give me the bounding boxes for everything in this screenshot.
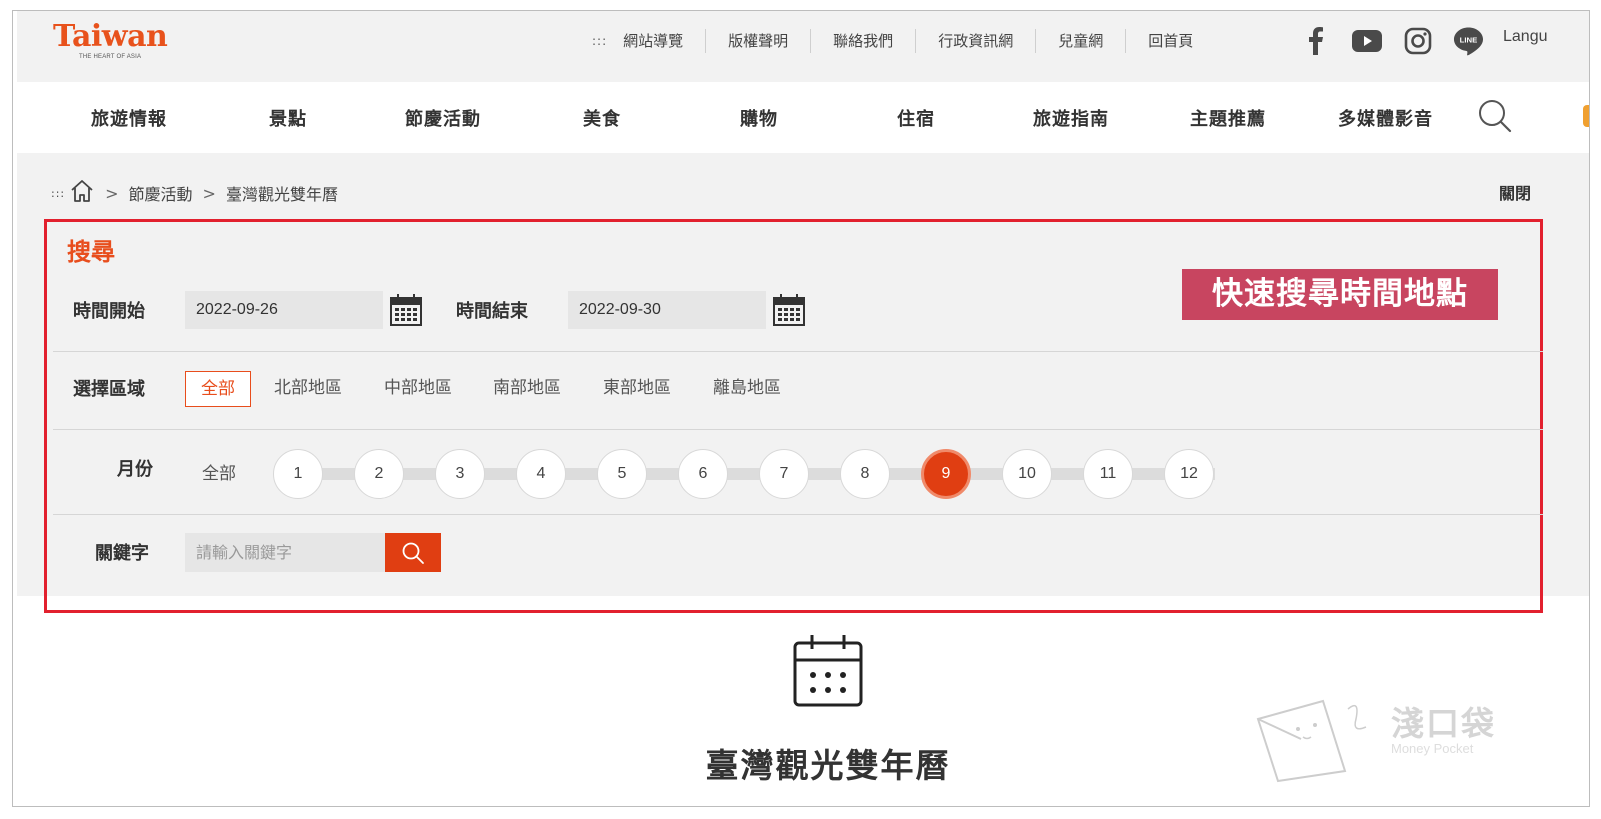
close-button[interactable]: 關閉 xyxy=(1499,180,1531,204)
region-chip-islands[interactable]: 離島地區 xyxy=(713,371,781,407)
month-option-12[interactable]: 12 xyxy=(1164,449,1214,499)
end-calendar-icon[interactable] xyxy=(773,294,805,326)
breadcrumb-item-current: 臺灣觀光雙年曆 xyxy=(225,185,338,204)
svg-text:LINE: LINE xyxy=(1460,35,1478,44)
social-links: LINE xyxy=(1300,25,1484,56)
youtube-icon[interactable] xyxy=(1351,25,1382,56)
watermark-english: Money Pocket xyxy=(1391,741,1474,756)
search-panel: 搜尋 時間開始 2022-09-26 時間結束 2022-09-30 快速搜尋時… xyxy=(44,219,1543,613)
calendar-icon xyxy=(792,633,864,709)
utility-link-sitemap[interactable]: 網站導覽 xyxy=(623,29,705,53)
start-date-field[interactable]: 2022-09-26 xyxy=(185,291,383,329)
region-chip-central[interactable]: 中部地區 xyxy=(384,371,452,407)
watermark-chinese: 淺口袋 xyxy=(1391,704,1496,743)
nav-item-shopping[interactable]: 購物 xyxy=(740,105,778,131)
region-chip-all[interactable]: 全部 xyxy=(185,371,251,407)
region-chip-east[interactable]: 東部地區 xyxy=(603,371,671,407)
instagram-icon[interactable] xyxy=(1402,25,1433,56)
month-label: 月份 xyxy=(117,459,153,480)
month-option-4[interactable]: 4 xyxy=(516,449,566,499)
divider xyxy=(53,429,1543,430)
breadcrumb-item-festivals[interactable]: 節慶活動 xyxy=(129,181,193,205)
month-option-9-selected[interactable]: 9 xyxy=(921,449,971,499)
region-label: 選擇區域 xyxy=(73,379,145,400)
site-logo[interactable]: Taiwan THE HEART OF ASIA xyxy=(53,19,168,61)
main-navigation: 旅遊情報 景點 節慶活動 美食 購物 住宿 旅遊指南 主題推薦 多媒體影音 xyxy=(17,82,1589,153)
end-date-field[interactable]: 2022-09-30 xyxy=(568,291,766,329)
nav-item-accommodation[interactable]: 住宿 xyxy=(897,105,935,131)
breadcrumb-separator: > xyxy=(105,183,119,203)
month-option-7[interactable]: 7 xyxy=(759,449,809,499)
nav-item-travel-info[interactable]: 旅遊情報 xyxy=(91,105,167,131)
facebook-icon[interactable] xyxy=(1300,25,1331,56)
page-title: 臺灣觀光雙年曆 xyxy=(705,746,951,785)
month-option-8[interactable]: 8 xyxy=(840,449,890,499)
month-option-3[interactable]: 3 xyxy=(435,449,485,499)
utility-link-copyright[interactable]: 版權聲明 xyxy=(705,29,810,53)
nav-item-food[interactable]: 美食 xyxy=(583,105,621,131)
month-option-11[interactable]: 11 xyxy=(1083,449,1133,499)
utility-links: ::: 網站導覽 版權聲明 聯絡我們 行政資訊網 兒童網 回首頁 xyxy=(592,11,1215,71)
month-all-option[interactable]: 全部 xyxy=(202,459,236,484)
logo-tagline: THE HEART OF ASIA xyxy=(79,54,142,60)
nav-more-tab[interactable] xyxy=(1583,105,1589,127)
month-option-5[interactable]: 5 xyxy=(597,449,647,499)
region-chip-south[interactable]: 南部地區 xyxy=(493,371,561,407)
month-option-10[interactable]: 10 xyxy=(1002,449,1052,499)
watermark: 淺口袋 Money Pocket xyxy=(1253,689,1543,789)
search-icon[interactable] xyxy=(1475,96,1515,136)
start-date-label: 時間開始 xyxy=(73,301,145,322)
search-icon xyxy=(402,542,424,564)
utility-link-kids[interactable]: 兒童網 xyxy=(1035,29,1125,53)
nav-item-festivals[interactable]: 節慶活動 xyxy=(405,105,481,131)
pocket-mascot-icon xyxy=(1256,699,1367,783)
nav-item-multimedia[interactable]: 多媒體影音 xyxy=(1338,105,1433,131)
breadcrumb-separator: > xyxy=(202,183,216,203)
end-date-label: 時間結束 xyxy=(456,301,528,322)
page-frame: Taiwan THE HEART OF ASIA ::: 網站導覽 版權聲明 聯… xyxy=(12,10,1590,807)
nav-item-themes[interactable]: 主題推薦 xyxy=(1190,105,1266,131)
language-selector[interactable]: Langu xyxy=(1503,28,1548,46)
month-option-1[interactable]: 1 xyxy=(273,449,323,499)
line-icon[interactable]: LINE xyxy=(1453,25,1484,56)
month-option-6[interactable]: 6 xyxy=(678,449,728,499)
keyword-search-button[interactable] xyxy=(385,533,441,572)
month-option-2[interactable]: 2 xyxy=(354,449,404,499)
accesskey-dots[interactable]: ::: xyxy=(592,34,607,48)
nav-item-attractions[interactable]: 景點 xyxy=(269,105,307,131)
nav-item-travel-guide[interactable]: 旅遊指南 xyxy=(1033,105,1109,131)
utility-link-home[interactable]: 回首頁 xyxy=(1125,29,1215,53)
breadcrumb: ::: > 節慶活動 > 臺灣觀光雙年曆 xyxy=(51,179,338,207)
utility-link-contact[interactable]: 聯絡我們 xyxy=(810,29,915,53)
breadcrumb-dots[interactable]: ::: xyxy=(51,187,65,200)
start-calendar-icon[interactable] xyxy=(390,294,422,326)
divider xyxy=(53,351,1543,352)
keyword-input[interactable]: 請輸入關鍵字 xyxy=(185,533,385,572)
home-icon[interactable] xyxy=(69,179,95,207)
divider xyxy=(53,514,1543,515)
top-utility-bar: Taiwan THE HEART OF ASIA ::: 網站導覽 版權聲明 聯… xyxy=(17,11,1589,82)
quick-search-banner: 快速搜尋時間地點 xyxy=(1182,269,1498,320)
region-chip-north[interactable]: 北部地區 xyxy=(274,371,342,407)
keyword-label: 關鍵字 xyxy=(95,543,149,564)
search-title: 搜尋 xyxy=(67,238,115,266)
logo-wordmark: Taiwan xyxy=(53,19,168,54)
utility-link-admin[interactable]: 行政資訊網 xyxy=(915,29,1035,53)
